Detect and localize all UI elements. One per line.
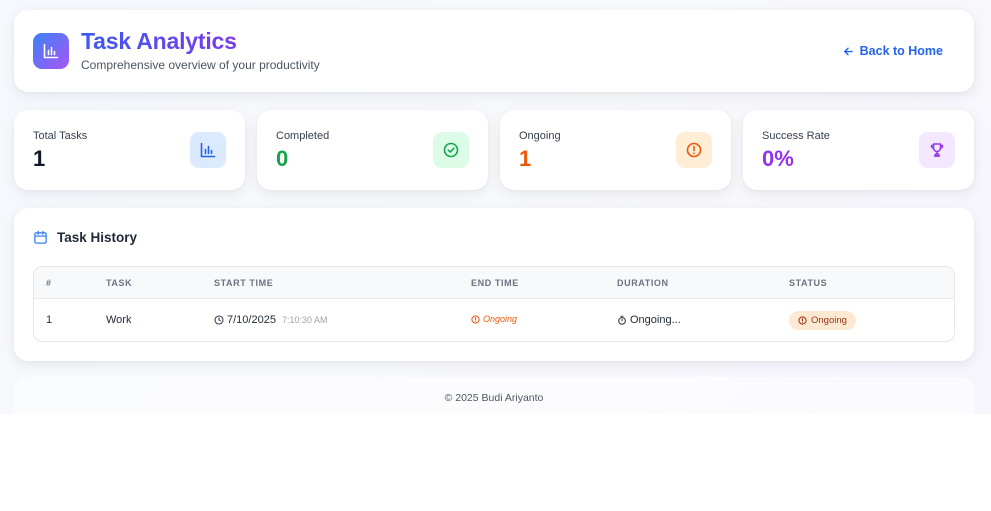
- column-header-end-time: END TIME: [471, 278, 519, 288]
- task-history-table: # TASK START TIME END TIME DURATION STAT…: [33, 266, 955, 342]
- task-history-card: Task History # TASK START TIME END TIME …: [14, 208, 974, 361]
- row-task-name: Work: [106, 314, 132, 326]
- row-index: 1: [46, 314, 53, 326]
- page-subtitle: Comprehensive overview of your productiv…: [81, 58, 320, 72]
- stat-card-ongoing: Ongoing 1: [500, 110, 731, 190]
- column-header-status: STATUS: [789, 278, 828, 288]
- stat-value: 0%: [762, 146, 794, 171]
- back-to-home-button[interactable]: Back to Home: [843, 44, 943, 58]
- header-card: Task Analytics Comprehensive overview of…: [14, 10, 974, 92]
- row-start-clock: 7:10:30 AM: [281, 315, 328, 325]
- row-duration-label: Ongoing...: [630, 314, 681, 326]
- stat-card-total-tasks: Total Tasks 1: [14, 110, 245, 190]
- column-header-index: #: [46, 278, 52, 288]
- alert-circle-icon: [676, 132, 712, 168]
- stat-value: 1: [33, 146, 46, 171]
- row-start-date: 7/10/2025: [227, 314, 276, 326]
- column-header-duration: DURATION: [617, 278, 669, 288]
- status-badge: Ongoing: [789, 311, 856, 330]
- task-history-title: Task History: [57, 230, 138, 245]
- stat-card-success-rate: Success Rate 0%: [743, 110, 974, 190]
- stat-label: Success Rate: [762, 130, 830, 142]
- stat-label: Total Tasks: [33, 130, 88, 142]
- table-header: # TASK START TIME END TIME DURATION STAT…: [34, 267, 954, 299]
- column-header-start-time: START TIME: [214, 278, 274, 288]
- row-end-time: Ongoing: [471, 314, 517, 324]
- check-circle-icon: [433, 132, 469, 168]
- stat-card-completed: Completed 0: [257, 110, 488, 190]
- bar-chart-icon: [33, 33, 69, 69]
- status-badge-label: Ongoing: [811, 315, 847, 326]
- stat-label: Ongoing: [519, 130, 561, 142]
- page-title: Task Analytics: [81, 28, 237, 54]
- timer-icon: [618, 315, 626, 325]
- trophy-icon: [919, 132, 955, 168]
- row-end-time-label: Ongoing: [483, 314, 518, 324]
- clock-icon: [214, 315, 224, 325]
- stat-value: 0: [276, 146, 289, 171]
- task-history-header: Task History: [33, 230, 137, 245]
- calendar-icon: [34, 230, 47, 244]
- alert-circle-icon: [471, 314, 480, 324]
- bar-chart-icon: [190, 132, 226, 168]
- alert-circle-icon: [798, 316, 807, 325]
- footer: © 2025 Budi Ariyanto: [14, 377, 974, 414]
- stat-label: Completed: [276, 130, 330, 142]
- stat-value: 1: [519, 146, 532, 171]
- footer-copyright: © 2025 Budi Ariyanto: [444, 392, 544, 404]
- row-start-time: 7/10/2025 7:10:30 AM: [214, 314, 327, 326]
- arrow-left-icon: [843, 47, 853, 55]
- column-header-task: TASK: [106, 278, 133, 288]
- row-duration: Ongoing...: [617, 314, 681, 326]
- back-to-home-label: Back to Home: [859, 44, 943, 58]
